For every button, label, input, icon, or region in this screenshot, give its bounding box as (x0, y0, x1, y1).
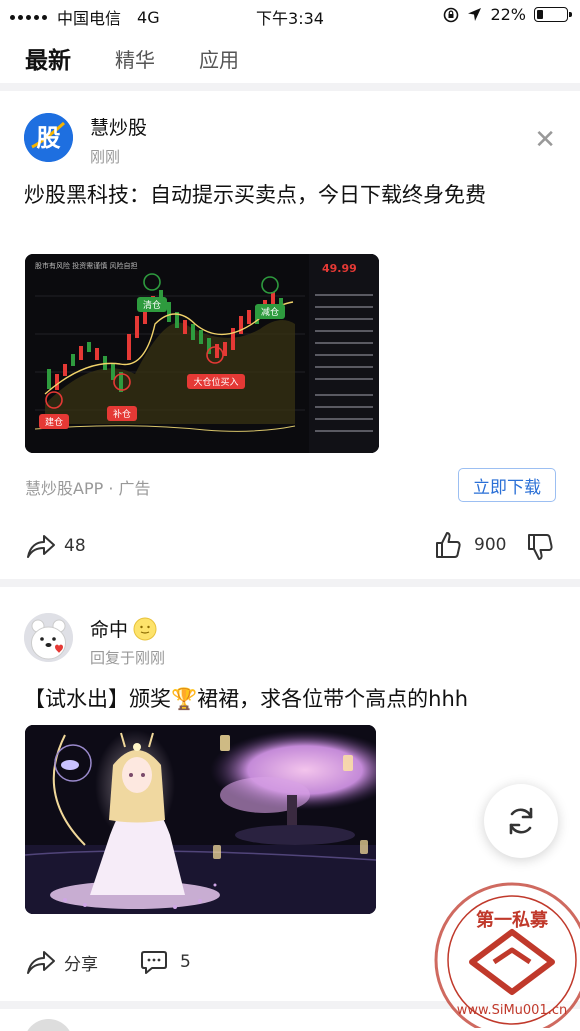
post-text[interactable]: 炒股黑科技：自动提示买卖点，今日下载终身免费 (24, 177, 554, 213)
bear-avatar-icon (24, 613, 73, 662)
watermark-top-text: 第一私募 (476, 909, 549, 931)
status-bar: 中国电信 4G 下午3:34 22% (0, 0, 580, 30)
battery-icon (534, 7, 572, 22)
tab-latest[interactable]: 最新 (25, 41, 71, 75)
like-count: 900 (474, 535, 507, 555)
rotation-lock-icon (444, 7, 459, 22)
post-author-row[interactable]: 命中 (90, 615, 158, 642)
watermark-seal-icon: 第一私募 www.SiMu001.cn (434, 882, 580, 1031)
post-time: 回复于刚刚 (90, 649, 166, 667)
post-author[interactable]: 命中 (90, 615, 128, 642)
dislike-button[interactable] (526, 532, 554, 562)
avatar[interactable]: 股 (24, 113, 73, 162)
thumbs-up-icon (436, 532, 461, 558)
chart-header: 股市有风险 投资需谨慎 风险自担 (35, 261, 137, 270)
emoji-badge-icon (133, 617, 157, 640)
tag-reduce: 减仓 (261, 306, 279, 318)
tab-apps[interactable]: 应用 (199, 44, 239, 73)
watermark-bottom-text: www.SiMu001.cn (457, 1003, 568, 1018)
avatar[interactable] (24, 613, 73, 662)
ad-post[interactable]: 股 慧炒股 刚刚 ✕ 炒股黑科技：自动提示买卖点，今日下载终身免费 股市有风险 … (0, 91, 580, 579)
stock-chart-graphic: 股市有风险 投资需谨慎 风险自担 清仓 减仓 大仓位买入 补仓 建仓 49.99 (25, 254, 379, 453)
share-icon (27, 535, 55, 558)
share-label: 分享 (64, 954, 98, 975)
tag-clear: 清仓 (143, 299, 161, 311)
battery-fill (537, 10, 543, 19)
thumbs-down-icon (528, 534, 553, 560)
ad-source: 慧炒股APP · 广告 (25, 479, 151, 498)
battery-percent: 22% (490, 5, 526, 24)
tab-featured[interactable]: 精华 (115, 44, 155, 73)
divider (0, 579, 580, 587)
avatar-glyph: 股 (37, 124, 61, 152)
stock-chart-image[interactable]: 股市有风险 投资需谨慎 风险自担 清仓 减仓 大仓位买入 补仓 建仓 49.99 (25, 254, 379, 453)
chart-price: 49.99 (322, 262, 357, 275)
share-button[interactable]: 分享 (26, 948, 98, 976)
share-count: 48 (64, 536, 86, 556)
tag-big-buy: 大仓位买入 (193, 376, 238, 388)
post-author[interactable]: 慧炒股 (90, 113, 147, 140)
like-button[interactable]: 900 (434, 530, 506, 560)
watermark-seal: 第一私募 www.SiMu001.cn (432, 880, 580, 1031)
comment-icon (141, 951, 167, 974)
share-icon (27, 951, 55, 974)
avatar[interactable] (24, 1019, 73, 1031)
close-icon[interactable]: ✕ (534, 127, 556, 153)
post-text[interactable]: 【试水出】颁奖🏆裙裙，求各位带个高点的hhh (24, 681, 554, 717)
game-screenshot-image[interactable] (25, 725, 376, 914)
tag-add: 补仓 (113, 408, 131, 420)
app-logo-icon: 股 (24, 113, 73, 162)
refresh-icon (509, 807, 533, 835)
game-scene-graphic (25, 725, 376, 914)
share-button[interactable]: 48 (26, 532, 86, 560)
comment-button[interactable]: 5 (140, 949, 191, 975)
tag-build: 建仓 (45, 416, 63, 428)
comment-count: 5 (180, 952, 191, 972)
divider (0, 83, 580, 91)
feed-tabs: 最新 精华 应用 (0, 36, 580, 80)
location-arrow-icon (468, 8, 482, 21)
download-button[interactable]: 立即下载 (458, 468, 556, 502)
post-time: 刚刚 (90, 148, 121, 166)
refresh-button[interactable] (484, 784, 558, 858)
